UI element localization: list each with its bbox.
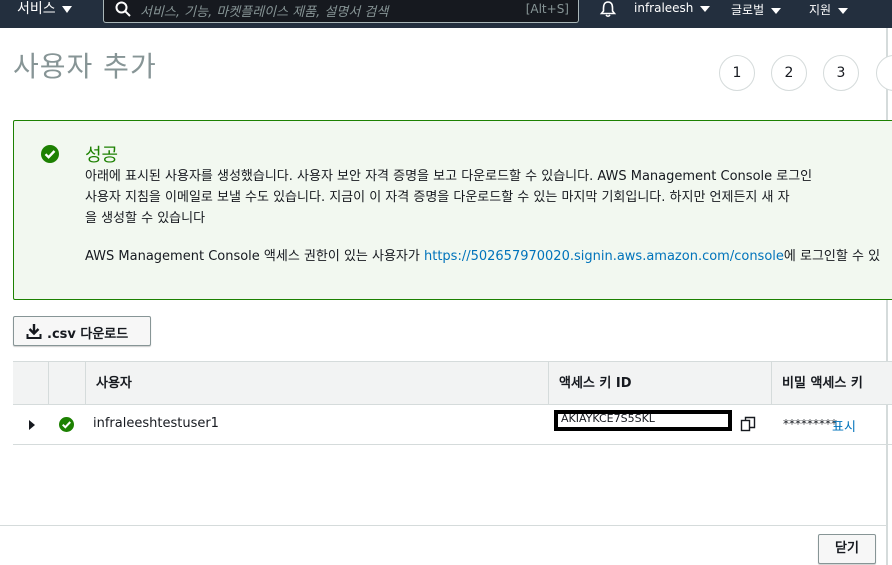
success-check-icon [41,145,59,163]
services-label: 서비스 [17,1,56,17]
close-button[interactable]: 닫기 [818,534,876,564]
success-check-icon [59,417,74,432]
search-shortcut: [Alt+S] [525,2,569,16]
secret-key-masked: ********* [783,417,837,431]
account-menu[interactable]: infraleesh [634,1,711,15]
success-alert: 성공 아래에 표시된 사용자를 생성했습니다. 사용자 보안 자격 증명을 보고… [13,120,892,300]
table-row: infraleeshtestuser1 AKIAYKCE7S5SKL *****… [13,405,892,445]
caret-down-icon [838,7,849,14]
services-menu[interactable]: 서비스 [17,0,72,20]
console-suffix: 에 로그인할 수 있 [783,249,881,264]
account-name: infraleesh [634,1,694,15]
page-title: 사용자 추가 [13,50,157,83]
console-prefix: AWS Management Console 액세스 권한이 있는 사용자가 [85,249,424,264]
support-label: 지원 [809,3,832,17]
expand-row-icon[interactable] [29,420,35,430]
search-input[interactable]: 서비스, 기능, 마켓플레이스 제품, 설명서 검색 [Alt+S] [103,0,579,23]
download-csv-button[interactable]: .csv 다운로드 [13,316,151,346]
search-placeholder: 서비스, 기능, 마켓플레이스 제품, 설명서 검색 [140,5,389,20]
step-indicator-2[interactable]: 2 [771,55,807,91]
search-icon [115,1,131,17]
download-icon [26,324,42,339]
console-signin-link[interactable]: https://502657970020.signin.aws.amazon.c… [424,249,784,264]
column-header-secret-key[interactable]: 비밀 액세스 키 [771,362,892,405]
alert-body-line: 아래에 표시된 사용자를 생성했습니다. 사용자 보안 자격 증명을 보고 다운… [85,169,813,184]
column-header-status [48,362,85,405]
alert-body-line: 사용자 지침을 이메일로 보낼 수도 있습니다. 지금이 이 자격 증명을 다운… [85,190,790,205]
bell-icon[interactable] [599,0,617,18]
alert-body: 아래에 표시된 사용자를 생성했습니다. 사용자 보안 자격 증명을 보고 다운… [85,166,892,229]
username-cell: infraleeshtestuser1 [93,416,219,431]
caret-down-icon [771,7,782,14]
step-indicator-1[interactable]: 1 [719,55,755,91]
footer-divider [0,525,888,526]
copy-icon[interactable] [740,416,756,432]
column-header-access-key-id[interactable]: 액세스 키 ID [548,362,771,405]
step-indicator-3[interactable]: 3 [823,55,859,91]
download-csv-label: .csv 다운로드 [47,327,129,342]
column-header-user[interactable]: 사용자 [85,362,548,405]
step-indicator-4[interactable] [876,55,892,91]
top-navigation-bar: 서비스 서비스, 기능, 마켓플레이스 제품, 설명서 검색 [Alt+S] i… [0,0,892,28]
access-key-id-redacted: AKIAYKCE7S5SKL [554,410,732,431]
console-access-text: AWS Management Console 액세스 권한이 있는 사용자가 h… [85,245,880,264]
region-label: 글로벌 [731,3,765,17]
support-menu[interactable]: 지원 [809,1,849,18]
caret-down-icon [61,5,72,13]
table-header: 사용자 액세스 키 ID 비밀 액세스 키 [13,361,892,405]
region-menu[interactable]: 글로벌 [731,1,782,18]
alert-title: 성공 [85,145,119,166]
caret-down-icon [700,5,711,12]
alert-body-line: 을 생성할 수 있습니다 [85,211,206,226]
users-table: 사용자 액세스 키 ID 비밀 액세스 키 infraleeshtestuser… [13,361,892,445]
show-secret-link[interactable]: 표시 [832,416,856,435]
